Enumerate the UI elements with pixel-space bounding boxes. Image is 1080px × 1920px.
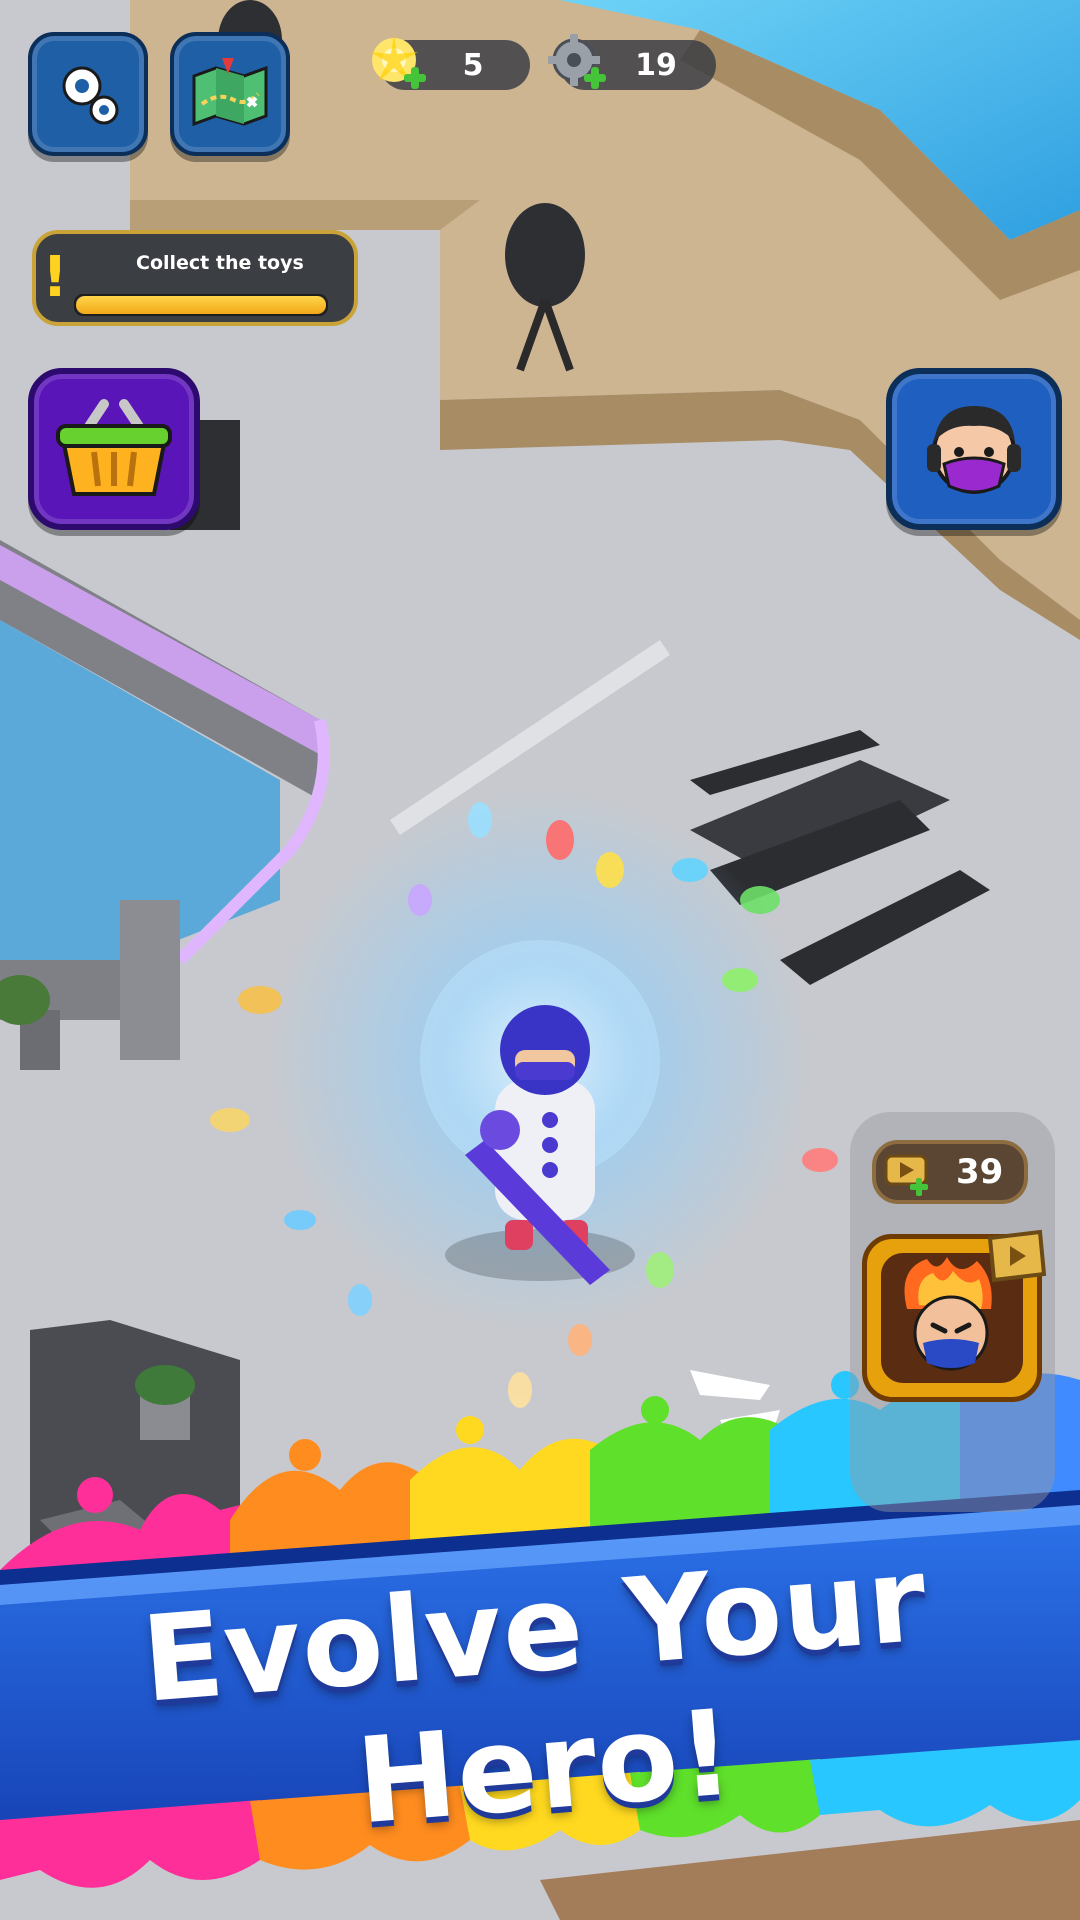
video-ticket-value: 39 [956,1152,1004,1192]
shop-button[interactable] [28,368,200,530]
map-button[interactable] [170,32,290,156]
quest-title: Collect the toys [136,252,304,274]
video-ticket-counter[interactable]: 39 [872,1140,1028,1204]
exclamation-icon: ! [42,245,68,310]
gears-counter-value: 19 [635,47,677,83]
gear-plus-icon [544,30,608,94]
video-ticket-icon [884,1154,928,1196]
watch-ad-button[interactable] [982,1228,1048,1284]
quest-progress-bar [74,294,328,316]
quest-panel[interactable]: ! Collect the toys [32,230,358,326]
energy-spark-icon [364,30,428,94]
masked-hero-avatar-icon [927,406,1021,494]
gear-cluster-icon [62,66,119,125]
treasure-map-icon [192,58,268,127]
shopping-basket-icon [56,399,172,496]
play-video-icon [987,1229,1047,1283]
energy-counter-value: 5 [462,47,484,83]
hero-profile-button[interactable] [886,368,1062,530]
quest-progress-fill [76,296,326,314]
settings-button[interactable] [28,32,148,156]
